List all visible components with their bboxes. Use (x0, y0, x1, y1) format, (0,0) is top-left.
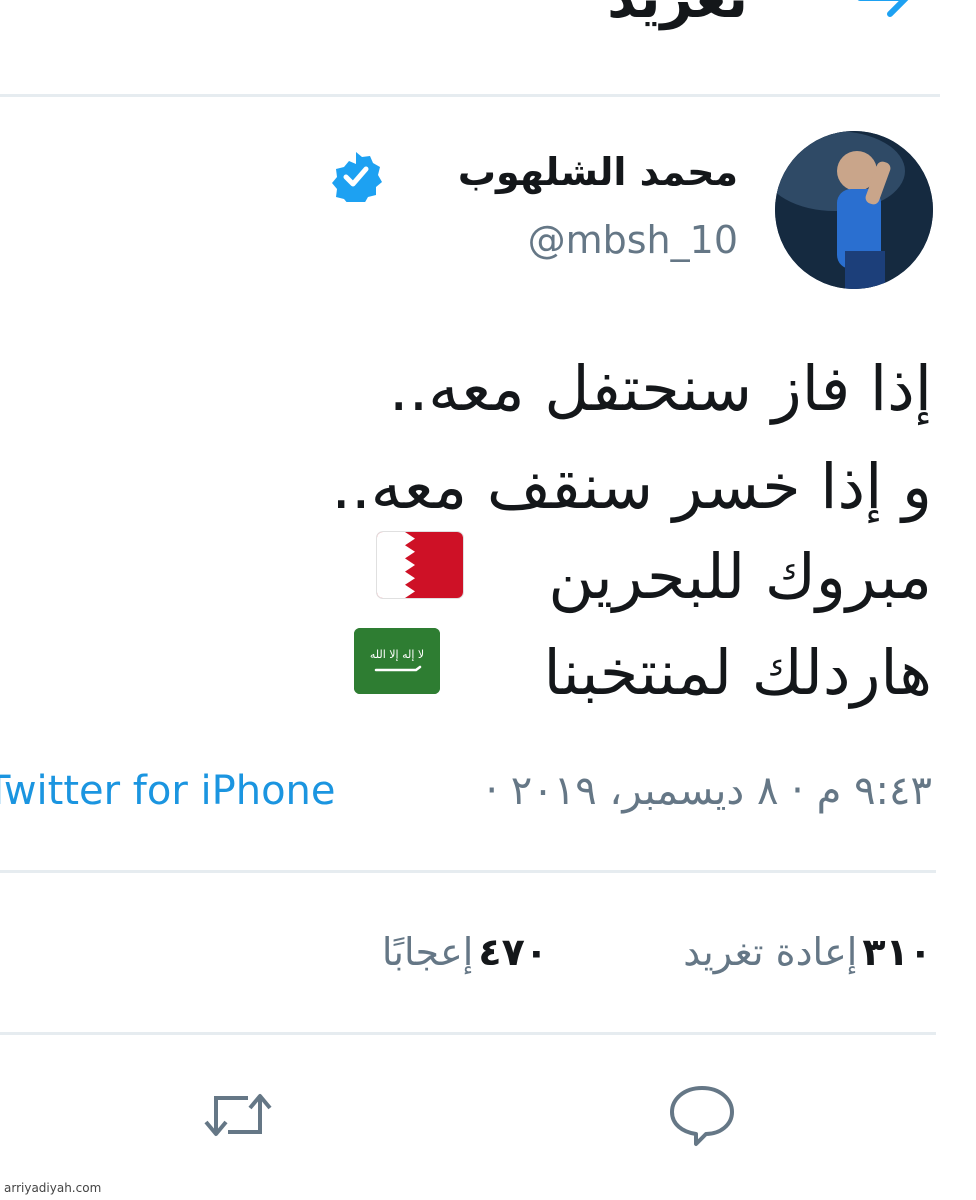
saudi-flag-icon: لا إله إلا الله (354, 628, 440, 694)
retweets-stat[interactable]: ٣١٠ إعادة تغريد (683, 930, 932, 974)
likes-label: إعجابًا (381, 930, 474, 974)
verified-badge-icon (330, 150, 382, 205)
retweets-label: إعادة تغريد (683, 930, 858, 974)
tweet-text-line-3: مبروك للبحرين (548, 540, 932, 613)
retweet-icon[interactable] (198, 1080, 278, 1150)
bahrain-flag-icon (377, 532, 463, 598)
stats-divider (0, 1032, 936, 1035)
saudi-flag-text: لا إله إلا الله (370, 648, 424, 661)
tweet-text-line-2: و إذا خسر سنقف معه.. (331, 450, 932, 523)
likes-stat[interactable]: ٤٧٠ إعجابًا (382, 930, 548, 974)
arrow-right-icon[interactable] (854, 0, 914, 18)
author-handle[interactable]: @mbsh_10 (528, 218, 738, 262)
retweets-count: ٣١٠ (862, 930, 932, 974)
page-title: تغريد (607, 0, 748, 31)
tweet-source-link[interactable]: Twitter for iPhone (0, 768, 336, 814)
author-name[interactable]: محمد الشلهوب (458, 150, 738, 194)
reply-icon[interactable] (662, 1080, 742, 1150)
likes-count: ٤٧٠ (478, 930, 548, 974)
avatar[interactable] (775, 131, 933, 289)
tweet-text-line-1: إذا فاز سنحتفل معه.. (388, 352, 932, 425)
tweet-timestamp[interactable]: ٩:٤٣ م · ٨ ديسمبر، ٢٠١٩ · (485, 768, 932, 814)
watermark: arriyadiyah.com (4, 1181, 102, 1195)
tweet-text-line-4: هاردلك لمنتخبنا (543, 636, 932, 709)
meta-divider (0, 870, 936, 873)
header-divider (0, 94, 940, 97)
